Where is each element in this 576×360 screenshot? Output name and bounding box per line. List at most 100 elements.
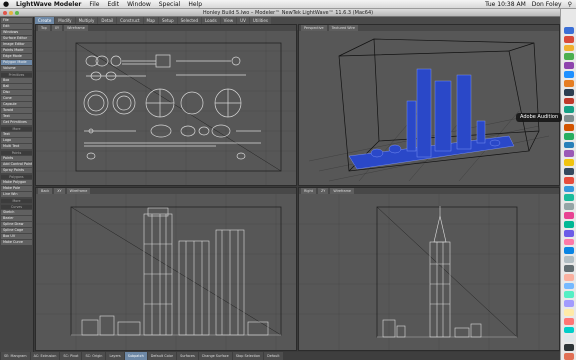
tab-multiply[interactable]: Multiply [75,17,98,24]
sidebar-item-line-win[interactable]: Line Win [1,192,32,197]
dock-app-icon[interactable] [563,203,574,211]
sidebar-item-make-curve[interactable]: Make Curve [1,240,32,245]
sidebar-item-multi-text[interactable]: Multi Text [1,144,32,149]
dock-app-icon[interactable] [563,176,574,184]
status-surfaces[interactable]: Surfaces [177,352,198,360]
dock-app-icon[interactable] [563,282,574,290]
dock-app-icon[interactable] [563,62,574,70]
sidebar-group-header[interactable]: Curves [1,205,32,209]
dock-app-icon[interactable] [563,168,574,175]
sidebar-item-edit[interactable]: Edit [1,24,32,29]
sidebar-item-toroid[interactable]: Toroid [1,108,32,113]
viewport-right[interactable]: Right ZY Wireframe [298,187,560,351]
dock-app-icon[interactable] [563,159,574,166]
dock-app-icon[interactable] [563,88,574,96]
sidebar-item-polygon-mode[interactable]: Polygon Mode [1,60,32,65]
sidebar-item-file[interactable]: File [1,18,32,23]
menu-help[interactable]: Help [184,0,206,9]
tab-detail[interactable]: Detail [98,17,117,24]
status-ac-extrusion[interactable]: AC: Extrusion [30,352,60,360]
tab-view[interactable]: View [220,17,237,24]
dock-app-icon[interactable] [563,291,574,299]
dock-app-icon[interactable] [563,273,574,281]
dock-app-icon[interactable] [563,326,574,334]
dock-app-icon[interactable] [563,344,574,352]
status-default[interactable]: Default [264,352,283,360]
sidebar-item-points-mode[interactable]: Points Mode [1,48,32,53]
sidebar-item-logo[interactable]: Logo [1,138,32,143]
sidebar-group-header[interactable]: More [1,199,32,203]
sidebar-item-add-control-point[interactable]: Add Control Point [1,162,32,167]
sidebar-item-capsule[interactable]: Capsule [1,102,32,107]
dock-app-icon[interactable] [563,256,574,263]
status-change-surface[interactable]: Change Surface [198,352,232,360]
dock-app-icon[interactable] [563,150,574,158]
app-menu[interactable]: LightWave Modeler [12,0,85,9]
tab-construct[interactable]: Construct [117,17,143,24]
dock-app-icon[interactable] [563,300,574,307]
viewport-back[interactable]: Back XY Wireframe [35,187,297,351]
sidebar-item-edge-mode[interactable]: Edge Mode [1,54,32,59]
menu-window[interactable]: Window [123,0,155,9]
dock-app-icon[interactable] [563,141,574,149]
clock[interactable]: Tue 10:38 AM [485,0,526,9]
menu-special[interactable]: Special [155,0,185,9]
menu-file[interactable]: File [85,0,103,9]
sidebar-item-spray-points[interactable]: Spray Points [1,168,32,173]
status-layers[interactable]: Layers [106,352,124,360]
sidebar-item-volume[interactable]: Volume [1,66,32,71]
dock-app-icon[interactable] [563,185,574,193]
viewport-top[interactable]: Top XY Wireframe [35,24,297,186]
sidebar-item-text[interactable]: Text [1,114,32,119]
menu-edit[interactable]: Edit [103,0,123,9]
dock-app-icon[interactable] [563,335,574,343]
tab-uv[interactable]: UV [237,17,249,24]
apple-menu-icon[interactable]: ● [0,0,12,9]
sidebar-item-bezier[interactable]: Bezier [1,216,32,221]
tab-create[interactable]: Create [35,17,55,24]
status-stop-selection[interactable]: Stop Selection [232,352,264,360]
status-sc-pivot[interactable]: SC: Pivot [60,352,82,360]
tab-utilities[interactable]: Utilities [249,17,271,24]
tab-setup[interactable]: Setup [158,17,177,24]
dock-app-icon[interactable] [563,238,574,246]
sidebar-item-ball[interactable]: Ball [1,84,32,89]
sidebar-item-sketch[interactable]: Sketch [1,210,32,215]
sidebar-item-spline-cage[interactable]: Spline Cage [1,228,32,233]
sidebar-item-spline-draw[interactable]: Spline Draw [1,222,32,227]
dock-app-icon[interactable] [563,220,574,228]
sidebar-item-disc[interactable]: Disc [1,90,32,95]
dock-app-icon[interactable] [563,35,574,43]
dock-app-icon[interactable] [563,97,574,105]
sidebar-item-points[interactable]: Points [1,156,32,161]
sidebar-item-image-editor[interactable]: Image Editor [1,42,32,47]
status-subpatch[interactable]: Subpatch [124,352,147,360]
dock-app-icon[interactable] [563,317,574,325]
dock-app-icon[interactable] [563,79,574,87]
sidebar-group-header[interactable]: Polygons [1,175,32,179]
spotlight-icon[interactable]: ⚲ [568,0,572,9]
sidebar-item-box[interactable]: Box [1,78,32,83]
tab-loads[interactable]: Loads [201,17,220,24]
viewport-perspective[interactable]: Perspective Textured Wire [298,24,560,186]
sidebar-item-windows[interactable]: Windows [1,30,32,35]
tab-modify[interactable]: Modify [55,17,75,24]
dock-app-icon[interactable] [563,247,574,255]
dock-app-icon[interactable] [563,194,574,202]
dock-app-icon[interactable] [563,106,574,114]
sidebar-item-text[interactable]: Text [1,132,32,137]
dock-app-icon[interactable] [563,115,574,122]
sidebar-group-header[interactable]: More [1,127,32,131]
tab-selected[interactable]: Selected [177,17,201,24]
sidebar-item-make-polygon[interactable]: Make Polygon [1,180,32,185]
sidebar-item-make-pole[interactable]: Make Pole [1,186,32,191]
dock-app-icon[interactable] [563,44,574,52]
sidebar-item-surface-editor[interactable]: Surface Editor [1,36,32,41]
dock-app-icon[interactable] [563,71,574,78]
sidebar-item-box-uv[interactable]: Box UV [1,234,32,239]
sidebar-group-header[interactable]: Primitives [1,73,32,77]
status-sc-origin[interactable]: SC: Origin [82,352,106,360]
dock-app-icon[interactable] [563,132,574,140]
sidebar-group-header[interactable]: Points [1,151,32,155]
status-default-color[interactable]: Default Color [147,352,177,360]
